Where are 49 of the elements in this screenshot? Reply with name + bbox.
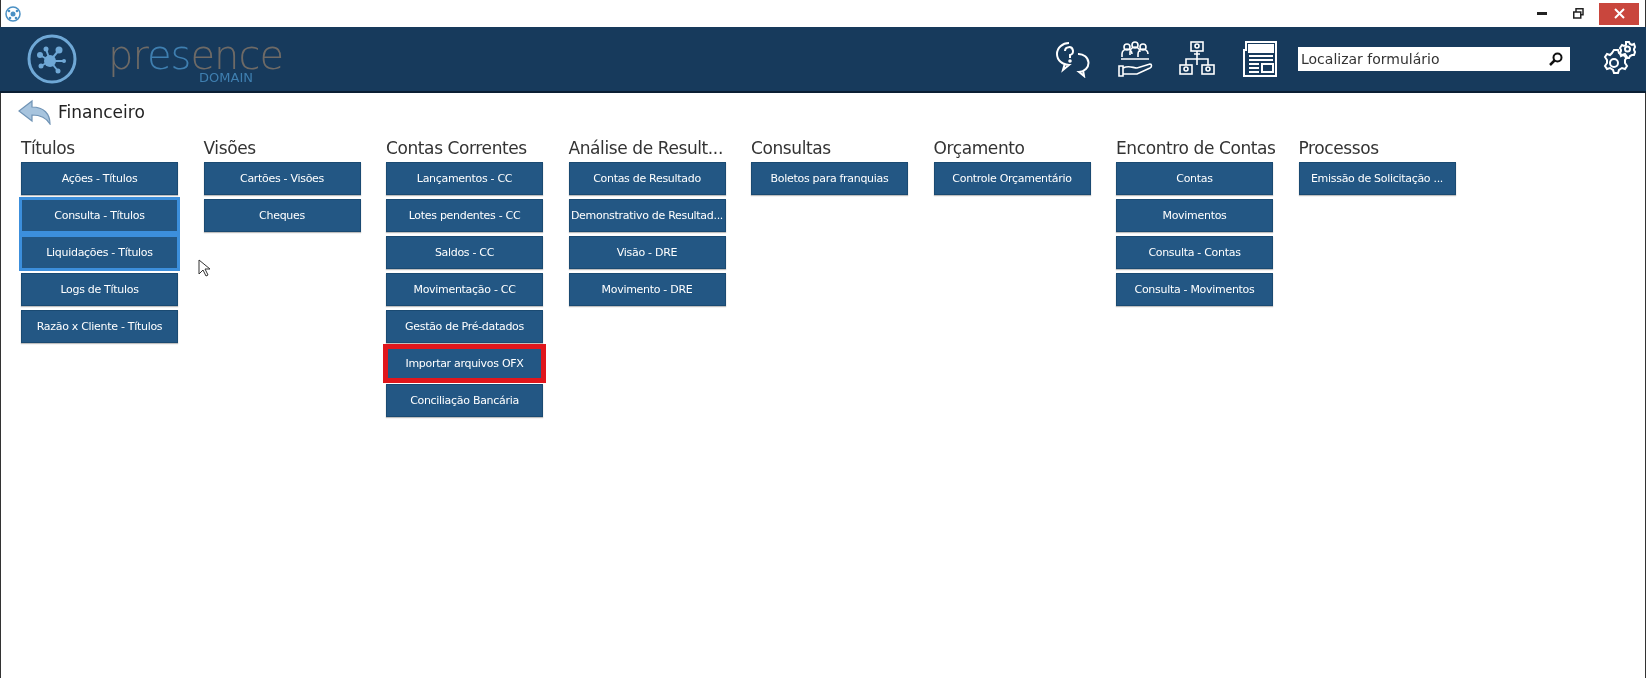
menu-button[interactable]: Contas de Resultado: [568, 162, 726, 195]
menu-button[interactable]: Boletos para franquias: [751, 162, 908, 195]
group-heading: Visões: [203, 137, 256, 159]
group-heading: Contas Correntes: [386, 137, 527, 159]
menu-button[interactable]: Saldos - CC: [386, 236, 543, 269]
menu-button[interactable]: Movimentos: [1116, 199, 1273, 232]
menu-button[interactable]: Consulta - Títulos: [21, 199, 178, 232]
menu-button[interactable]: Cheques: [203, 199, 361, 232]
logo-icon: [26, 33, 78, 85]
people-hand-icon[interactable]: [1116, 40, 1154, 78]
menu-button[interactable]: Liquidações - Títulos: [21, 236, 178, 269]
close-icon: [1613, 8, 1625, 19]
menu-button[interactable]: Conciliação Bancária: [386, 384, 543, 417]
app-icon: [5, 5, 21, 22]
menu-button[interactable]: Movimentação - CC: [386, 273, 543, 306]
menu-button[interactable]: Consulta - Contas: [1116, 236, 1273, 269]
group-heading: Consultas: [751, 137, 831, 159]
newspaper-icon[interactable]: [1240, 40, 1278, 78]
menu-button[interactable]: Emissão de Solicitação ...: [1298, 162, 1456, 195]
menu-button[interactable]: Contas: [1116, 162, 1273, 195]
help-chat-icon[interactable]: [1054, 40, 1092, 78]
menu-button[interactable]: Movimento - DRE: [568, 273, 726, 306]
search-icon[interactable]: [1549, 52, 1563, 66]
logo-tagline: DOMAIN: [199, 70, 253, 84]
menu-button[interactable]: Controle Orçamentário: [933, 162, 1091, 195]
restore-icon: [1572, 8, 1584, 19]
menu-button[interactable]: Lançamentos - CC: [386, 162, 543, 195]
menu-button[interactable]: Lotes pendentes - CC: [386, 199, 543, 232]
group-heading: Processos: [1298, 137, 1379, 159]
group-heading: Títulos: [21, 137, 75, 159]
menu-button[interactable]: Consulta - Movimentos: [1116, 273, 1273, 306]
network-monitors-icon[interactable]: [1178, 40, 1216, 78]
minimize-icon: [1537, 12, 1547, 15]
search-field[interactable]: Localizar formulário: [1298, 47, 1570, 71]
menu-button[interactable]: Logs de Títulos: [21, 273, 178, 306]
back-arrow-icon[interactable]: [18, 99, 52, 125]
close-button[interactable]: [1599, 2, 1639, 25]
menu-button[interactable]: Cartões - Visões: [203, 162, 361, 195]
menu-button[interactable]: Visão - DRE: [568, 236, 726, 269]
menu-button[interactable]: Razão x Cliente - Títulos: [21, 310, 178, 343]
menu-button[interactable]: Ações - Títulos: [21, 162, 178, 195]
menu-button[interactable]: Demonstrativo de Resultad...: [568, 199, 726, 232]
group-heading: Encontro de Contas: [1116, 137, 1276, 159]
menu-button[interactable]: Gestão de Pré-datados: [386, 310, 543, 343]
page-title: Financeiro: [58, 102, 145, 122]
mouse-pointer-icon: [198, 259, 210, 277]
group-heading: Orçamento: [933, 137, 1025, 159]
menu-button[interactable]: Importar arquivos OFX: [386, 347, 543, 380]
group-heading: Análise de Result...: [568, 137, 723, 159]
